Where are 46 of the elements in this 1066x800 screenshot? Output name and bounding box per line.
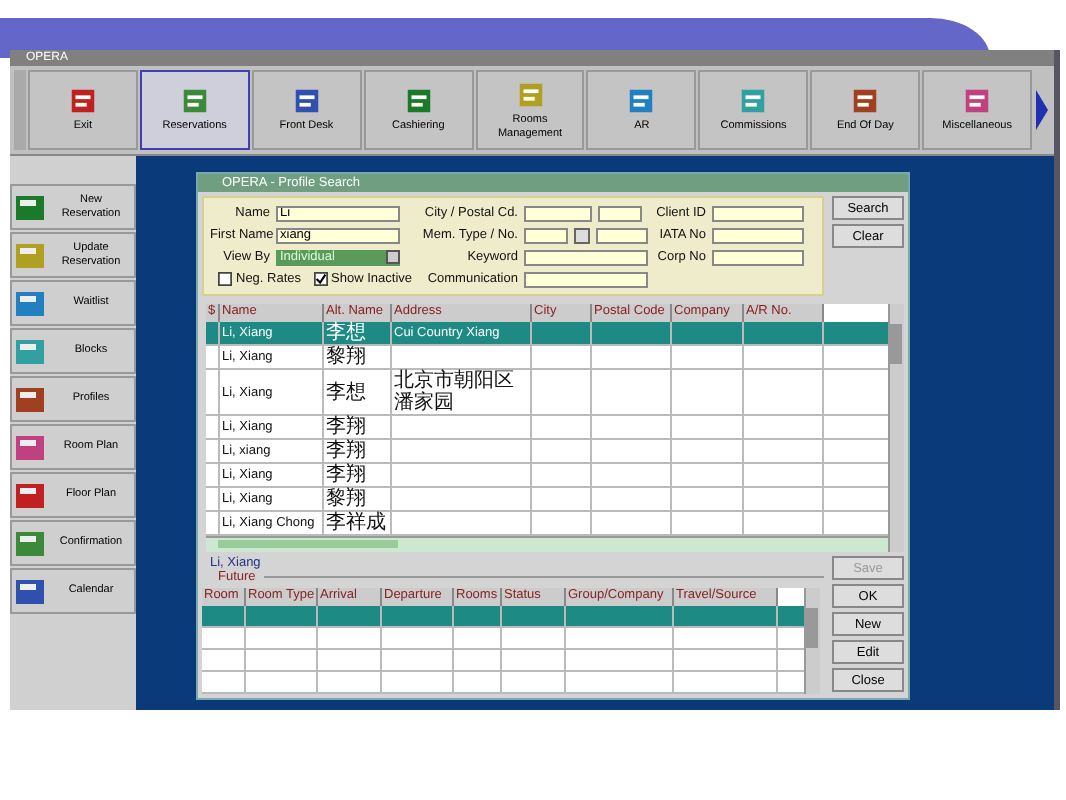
table-cell: 李翔 bbox=[324, 464, 392, 486]
input-field[interactable] bbox=[524, 249, 648, 265]
function-icon bbox=[14, 287, 46, 319]
input-field[interactable] bbox=[524, 271, 648, 287]
table-row[interactable] bbox=[202, 606, 804, 628]
horizontal-scrollbar[interactable] bbox=[206, 536, 888, 552]
module-icon bbox=[515, 80, 545, 111]
table-row[interactable] bbox=[202, 672, 804, 694]
table-cell: 黎翔 bbox=[324, 346, 392, 368]
function-icon bbox=[14, 575, 46, 607]
table-cell: 李祥成 bbox=[324, 512, 392, 534]
table-row[interactable] bbox=[202, 628, 804, 650]
vertical-scrollbar[interactable] bbox=[888, 304, 904, 552]
input-field[interactable] bbox=[524, 227, 568, 243]
module-icon bbox=[67, 86, 98, 117]
input-field[interactable] bbox=[712, 249, 804, 265]
table-cell: 李翔 bbox=[324, 416, 392, 438]
function-icon bbox=[14, 239, 46, 271]
module-icon bbox=[291, 86, 322, 117]
module-icon bbox=[403, 86, 434, 117]
function-icon bbox=[14, 191, 46, 223]
function-icon bbox=[14, 431, 46, 463]
input-field[interactable] bbox=[598, 205, 642, 221]
function-icon bbox=[14, 383, 46, 415]
module-icon bbox=[179, 86, 210, 117]
checkbox[interactable] bbox=[313, 272, 328, 286]
table-row[interactable] bbox=[202, 650, 804, 672]
input-field[interactable] bbox=[712, 227, 804, 243]
function-icon bbox=[14, 479, 46, 511]
lookup-button[interactable] bbox=[574, 227, 590, 243]
module-icon bbox=[850, 86, 881, 117]
input-field[interactable] bbox=[712, 205, 804, 221]
module-icon bbox=[962, 86, 993, 117]
module-icon bbox=[626, 86, 657, 117]
function-icon bbox=[14, 335, 46, 367]
input-field[interactable] bbox=[596, 227, 648, 243]
input-field[interactable] bbox=[524, 205, 592, 221]
vertical-scrollbar[interactable] bbox=[804, 588, 820, 694]
table-cell: 黎翔 bbox=[324, 488, 392, 510]
table-cell: 李想 bbox=[324, 322, 392, 344]
table-cell: 李翔 bbox=[324, 440, 392, 462]
module-icon bbox=[738, 86, 769, 117]
checkbox[interactable] bbox=[218, 272, 232, 286]
table-cell: 李想 bbox=[324, 370, 392, 414]
table-cell: 北京市朝阳区潘家园 bbox=[392, 370, 532, 414]
function-icon bbox=[14, 527, 46, 559]
